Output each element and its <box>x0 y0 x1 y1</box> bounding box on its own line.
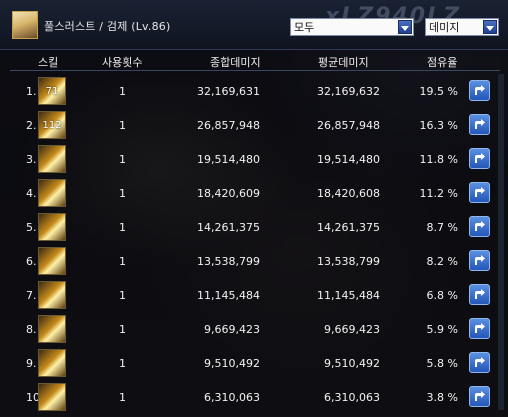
row-avg-damage: 11,145,484 <box>317 289 380 302</box>
row-total-damage: 26,857,948 <box>197 119 260 132</box>
share-arrow-icon[interactable] <box>469 386 490 407</box>
row-rank: 2. <box>26 119 37 132</box>
share-arrow-icon[interactable] <box>469 114 490 135</box>
row-rank: 8. <box>26 323 37 336</box>
title-bar: 풀스러스트 / 검제 (Lv.86) xLZ940LZ 모두 데미지 <box>0 0 508 50</box>
table-header: 스킬 사용횟수 종합데미지 평균데미지 점유율 <box>0 52 508 70</box>
skill-icon-label: 112 <box>42 119 62 131</box>
row-avg-damage: 19,514,480 <box>317 153 380 166</box>
share-arrow-icon[interactable] <box>469 80 490 101</box>
row-uses: 1 <box>119 221 126 234</box>
col-avg-damage: 평균데미지 <box>318 56 369 69</box>
row-total-damage: 13,538,799 <box>197 255 260 268</box>
skill-icon <box>38 383 66 411</box>
table-row: 7. 1 11,145,484 11,145,484 6.8 % <box>0 278 508 312</box>
share-arrow-icon[interactable] <box>469 216 490 237</box>
skill-icon: 112 <box>38 111 66 139</box>
row-uses: 1 <box>119 153 126 166</box>
row-total-damage: 18,420,609 <box>197 187 260 200</box>
table-row: 9. 1 9,510,492 9,510,492 5.8 % <box>0 346 508 380</box>
skill-icon <box>38 179 66 207</box>
share-arrow-icon[interactable] <box>469 250 490 271</box>
skill-icon <box>38 315 66 343</box>
metric-select[interactable]: 데미지 <box>425 18 499 36</box>
table-row: 4. 1 18,420,609 18,420,608 11.2 % <box>0 176 508 210</box>
row-avg-damage: 9,669,423 <box>324 323 380 336</box>
row-rank: 4. <box>26 187 37 200</box>
row-total-damage: 19,514,480 <box>197 153 260 166</box>
share-arrow-icon[interactable] <box>469 182 490 203</box>
row-share: 8.2 % <box>426 255 458 268</box>
skill-icon <box>38 213 66 241</box>
table-row: 2. 112 1 26,857,948 26,857,948 16.3 % <box>0 108 508 142</box>
row-uses: 1 <box>119 323 126 336</box>
row-total-damage: 6,310,063 <box>204 391 260 404</box>
character-portrait <box>12 11 38 39</box>
chevron-down-icon[interactable] <box>398 20 412 34</box>
skill-icon <box>38 145 66 173</box>
row-share: 6.8 % <box>426 289 458 302</box>
row-share: 3.8 % <box>426 391 458 404</box>
row-uses: 1 <box>119 289 126 302</box>
scope-select-value: 모두 <box>294 21 315 34</box>
row-share: 11.2 % <box>419 187 458 200</box>
row-total-damage: 9,669,423 <box>204 323 260 336</box>
row-total-damage: 9,510,492 <box>204 357 260 370</box>
table-row: 5. 1 14,261,375 14,261,375 8.7 % <box>0 210 508 244</box>
table-row: 6. 1 13,538,799 13,538,799 8.2 % <box>0 244 508 278</box>
row-uses: 1 <box>119 119 126 132</box>
share-arrow-icon[interactable] <box>469 148 490 169</box>
row-avg-damage: 6,310,063 <box>324 391 380 404</box>
row-rank: 9. <box>26 357 37 370</box>
col-uses: 사용횟수 <box>102 56 143 69</box>
skill-icon <box>38 281 66 309</box>
table-row: 8. 1 9,669,423 9,669,423 5.9 % <box>0 312 508 346</box>
chevron-down-icon[interactable] <box>483 20 497 34</box>
row-rank: 6. <box>26 255 37 268</box>
row-avg-damage: 18,420,608 <box>317 187 380 200</box>
row-share: 19.5 % <box>419 85 458 98</box>
skill-icon: 71 <box>38 77 66 105</box>
scrollbar[interactable] <box>498 74 504 410</box>
share-arrow-icon[interactable] <box>469 284 490 305</box>
row-total-damage: 32,169,631 <box>197 85 260 98</box>
table-row: 1. 71 1 32,169,631 32,169,632 19.5 % <box>0 74 508 108</box>
scope-select[interactable]: 모두 <box>290 18 414 36</box>
row-share: 5.9 % <box>426 323 458 336</box>
skill-icon-label: 71 <box>45 85 59 97</box>
row-uses: 1 <box>119 255 126 268</box>
col-total-damage: 종합데미지 <box>210 56 261 69</box>
header-divider <box>10 70 500 71</box>
col-skill: 스킬 <box>38 56 59 69</box>
row-total-damage: 11,145,484 <box>197 289 260 302</box>
window-title: 풀스러스트 / 검제 (Lv.86) <box>44 20 171 33</box>
skill-icon <box>38 349 66 377</box>
row-avg-damage: 14,261,375 <box>317 221 380 234</box>
skill-icon <box>38 247 66 275</box>
row-avg-damage: 9,510,492 <box>324 357 380 370</box>
row-uses: 1 <box>119 357 126 370</box>
row-share: 8.7 % <box>426 221 458 234</box>
table-row: 10. 1 6,310,063 6,310,063 3.8 % <box>0 380 508 414</box>
row-uses: 1 <box>119 85 126 98</box>
row-share: 11.8 % <box>419 153 458 166</box>
row-avg-damage: 26,857,948 <box>317 119 380 132</box>
row-share: 5.8 % <box>426 357 458 370</box>
row-total-damage: 14,261,375 <box>197 221 260 234</box>
row-avg-damage: 13,538,799 <box>317 255 380 268</box>
metric-select-value: 데미지 <box>429 21 460 34</box>
row-uses: 1 <box>119 391 126 404</box>
share-arrow-icon[interactable] <box>469 352 490 373</box>
col-share: 점유율 <box>427 56 458 69</box>
share-arrow-icon[interactable] <box>469 318 490 339</box>
row-rank: 5. <box>26 221 37 234</box>
row-rank: 3. <box>26 153 37 166</box>
row-share: 16.3 % <box>419 119 458 132</box>
row-rank: 1. <box>26 85 37 98</box>
row-uses: 1 <box>119 187 126 200</box>
table-row: 3. 1 19,514,480 19,514,480 11.8 % <box>0 142 508 176</box>
row-rank: 7. <box>26 289 37 302</box>
row-avg-damage: 32,169,632 <box>317 85 380 98</box>
